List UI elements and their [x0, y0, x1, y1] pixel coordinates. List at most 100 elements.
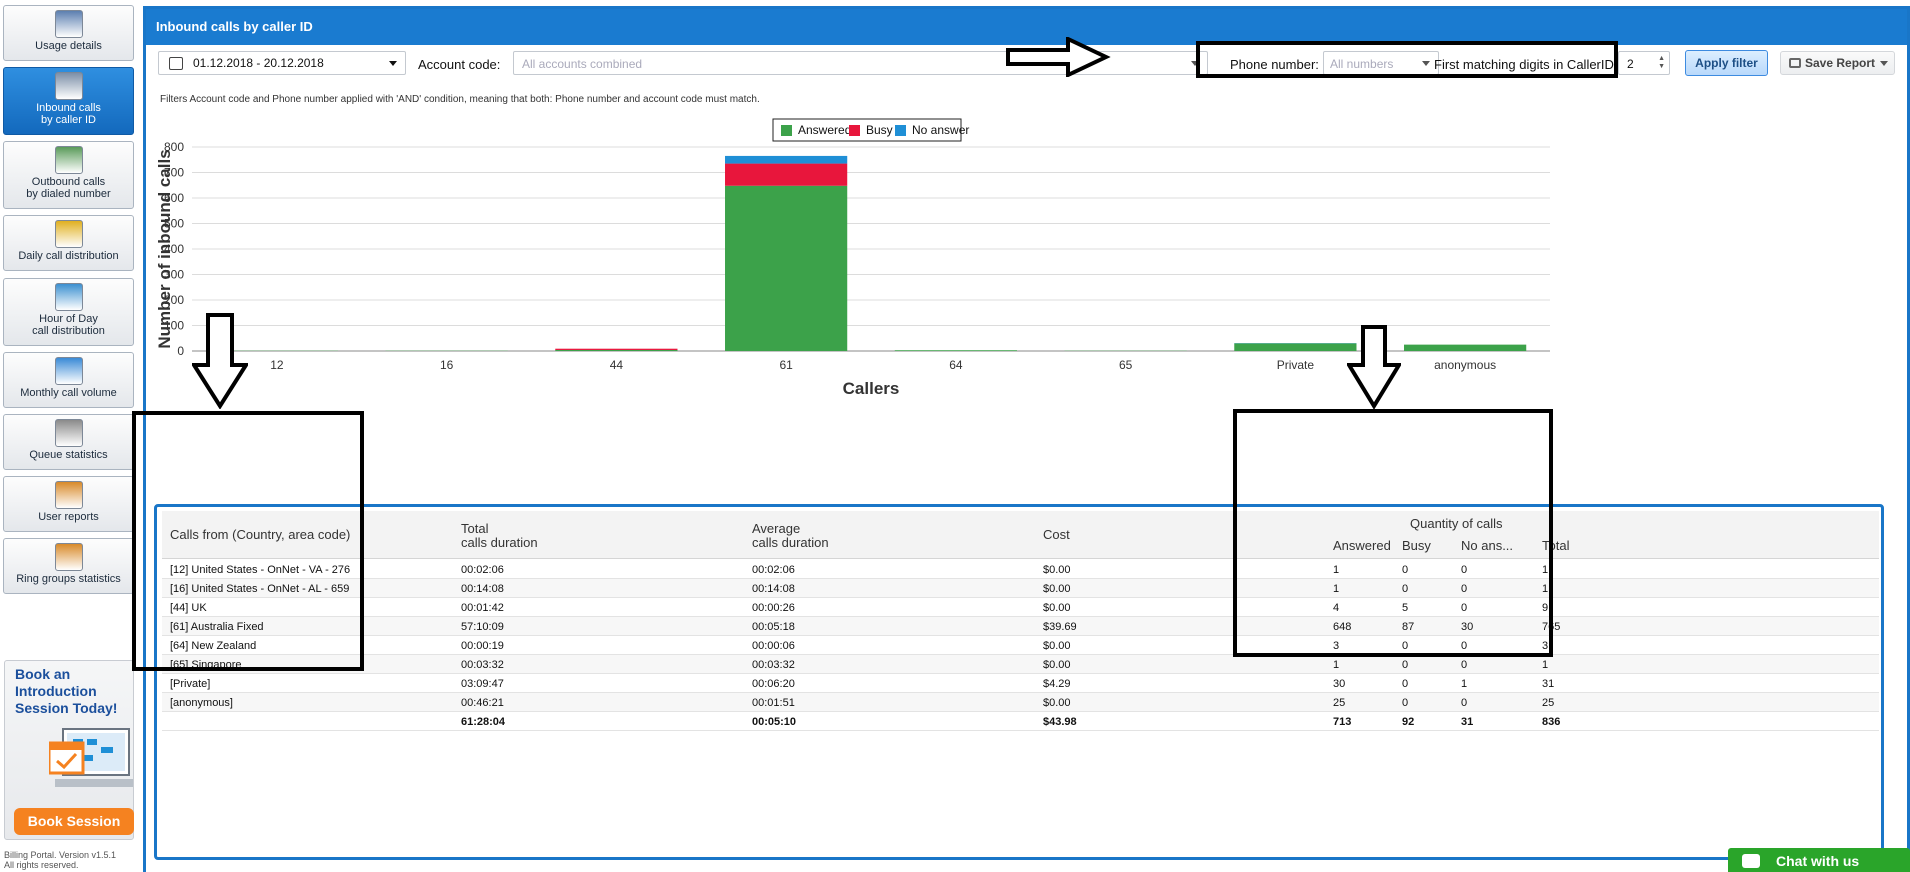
cell-total: 1	[1542, 659, 1549, 671]
col-header-avg-1[interactable]: Average	[752, 522, 800, 536]
x-tick-label: 65	[1119, 358, 1133, 372]
date-range-picker[interactable]: 01.12.2018 - 20.12.2018	[158, 51, 406, 75]
col-header-total-1[interactable]: Total	[461, 522, 488, 536]
bar-chart-icon	[54, 283, 83, 311]
computer-calendar-illustration	[49, 728, 133, 787]
table-row[interactable]: [44] UK 00:01:42 00:00:26 $0.00 4 5 0 9	[162, 598, 1879, 617]
chat-label: Chat with us	[1776, 853, 1860, 869]
cell-no-answer: 31	[1461, 716, 1474, 728]
table-row[interactable]: [65] Singapore 00:03:32 00:03:32 $0.00 1 0 0 1	[162, 655, 1879, 674]
cell-caller: [anonymous]	[170, 697, 233, 709]
table-row[interactable]: [12] United States - OnNet - VA - 276 00:…	[162, 560, 1879, 579]
cell-cost: $43.98	[1043, 716, 1077, 728]
sidebar-item-queue-statistics[interactable]: Queue statistics	[3, 414, 134, 470]
cell-total-duration: 00:03:32	[461, 659, 504, 671]
table-header: Calls from (Country, area code) Total ca…	[162, 511, 1879, 559]
bar-no-answer	[725, 155, 848, 164]
cell-total-duration: 57:10:09	[461, 621, 504, 633]
x-tick-label: anonymous	[1434, 358, 1496, 372]
promo-banner: Book an Introduction Session Today! Book…	[4, 660, 134, 840]
bar-answered	[1404, 344, 1527, 351]
sidebar-item-outbound-calls[interactable]: Outbound calls by dialed number	[3, 141, 134, 209]
sidebar-item-ring-groups-statistics[interactable]: Ring groups statistics	[3, 538, 134, 594]
sidebar-item-label: Inbound calls	[36, 102, 101, 114]
bar-busy	[555, 348, 678, 350]
phone-arrow-icon	[54, 146, 83, 174]
sidebar-item-label: Ring groups statistics	[16, 573, 121, 585]
y-tick-label: 0	[177, 344, 184, 358]
sidebar-item-label: call distribution	[32, 325, 105, 337]
cell-avg-duration: 00:05:18	[752, 621, 795, 633]
cell-avg-duration: 00:06:20	[752, 678, 795, 690]
sidebar-item-monthly-call-volume[interactable]: Monthly call volume	[3, 352, 134, 408]
col-header-cost[interactable]: Cost	[1043, 528, 1070, 542]
sidebar-item-usage-details[interactable]: Usage details	[3, 5, 134, 61]
cell-total-duration: 00:14:08	[461, 583, 504, 595]
chevron-down-icon	[1880, 61, 1888, 66]
cell-avg-duration: 00:05:10	[752, 716, 797, 728]
cell-cost: $0.00	[1043, 583, 1071, 595]
table-totals-row[interactable]: 61:28:04 00:05:10 $43.98 713 92 31 836	[162, 712, 1879, 731]
annotation-box-quantity	[1233, 409, 1553, 657]
cell-no-answer: 1	[1461, 678, 1468, 690]
sidebar-item-label: Queue statistics	[29, 449, 108, 461]
sidebar-item-daily-call-distribution[interactable]: Daily call distribution	[3, 215, 134, 271]
cell-total-duration: 00:46:21	[461, 697, 504, 709]
x-tick-label: 61	[779, 358, 793, 372]
x-axis-title: Callers	[843, 379, 900, 398]
book-session-button[interactable]: Book Session	[14, 808, 134, 835]
annotation-arrow-down-icon	[192, 313, 248, 409]
col-header-avg-2[interactable]: calls duration	[752, 536, 829, 550]
table-row[interactable]: [64] New Zealand 00:00:19 00:00:06 $0.00 3 0 0…	[162, 636, 1879, 655]
sidebar-item-user-reports[interactable]: User reports	[3, 476, 134, 532]
table-row[interactable]: [anonymous] 00:46:21 00:01:51 $0.00 25 0 0 25	[162, 693, 1879, 712]
x-tick-label: 12	[270, 358, 284, 372]
chevron-down-icon	[389, 61, 397, 66]
cell-total-duration: 00:01:42	[461, 602, 504, 614]
inbound-calls-chart: 010020030040050060070080012 16 44 61 64 65 Pri…	[156, 118, 1550, 398]
sidebar-item-label: Usage details	[35, 40, 102, 52]
chat-with-us-button[interactable]: Chat with us	[1728, 848, 1910, 872]
cell-answered: 30	[1333, 678, 1346, 690]
cell-avg-duration: 00:01:51	[752, 697, 795, 709]
matching-digits-stepper[interactable]: 2 ▲ ▼	[1618, 51, 1670, 75]
version-text: Billing Portal. Version v1.5.1	[4, 850, 117, 860]
account-code-value: All accounts combined	[522, 57, 643, 71]
x-tick-label: 64	[949, 358, 963, 372]
cell-avg-duration: 00:00:26	[752, 602, 795, 614]
legend-label: Busy	[866, 123, 893, 137]
legend-label: No answer	[912, 123, 969, 137]
cell-cost: $4.29	[1043, 678, 1071, 690]
apply-filter-button[interactable]: Apply filter	[1685, 50, 1768, 76]
cell-no-answer: 0	[1461, 697, 1468, 709]
sidebar-item-label: Daily call distribution	[18, 250, 119, 262]
col-header-total-2[interactable]: calls duration	[461, 536, 538, 550]
table-row[interactable]: [61] Australia Fixed 57:10:09 00:05:18 $39.…	[162, 617, 1879, 636]
table-row[interactable]: [Private] 03:09:47 00:06:20 $4.29 30 0 1 31	[162, 674, 1879, 693]
cell-total: 25	[1542, 697, 1555, 709]
cell-avg-duration: 00:14:08	[752, 583, 795, 595]
cell-total-duration: 61:28:04	[461, 716, 506, 728]
user-group-icon	[54, 543, 83, 571]
x-tick-label: 16	[440, 358, 454, 372]
legend-swatch	[849, 125, 860, 136]
cell-total: 31	[1542, 678, 1555, 690]
sidebar-item-inbound-calls[interactable]: Inbound calls by caller ID	[3, 67, 134, 135]
date-range-value: 01.12.2018 - 20.12.2018	[193, 56, 324, 70]
rights-text: All rights reserved.	[4, 860, 79, 870]
megaphone-icon	[54, 419, 83, 447]
cell-caller: [Private]	[170, 678, 211, 690]
cell-answered: 1	[1333, 659, 1340, 671]
sidebar-item-label: Hour of Day	[39, 313, 98, 325]
cell-answered: 25	[1333, 697, 1346, 709]
legend-label: Answered	[798, 123, 851, 137]
matching-digits-value: 2	[1627, 57, 1634, 71]
filter-note: Filters Account code and Phone number ap…	[160, 94, 760, 105]
y-axis-title: Number of inbound calls	[156, 149, 174, 348]
annotation-arrow-down-icon	[1347, 325, 1401, 409]
sidebar-item-label: Outbound calls	[31, 176, 106, 188]
save-report-button[interactable]: Save Report	[1780, 51, 1895, 75]
spinner-arrows-icon[interactable]: ▲ ▼	[1658, 55, 1665, 71]
sidebar-item-hour-of-day[interactable]: Hour of Day call distribution	[3, 278, 134, 346]
table-row[interactable]: [16] United States - OnNet - AL - 659 00:…	[162, 579, 1879, 598]
